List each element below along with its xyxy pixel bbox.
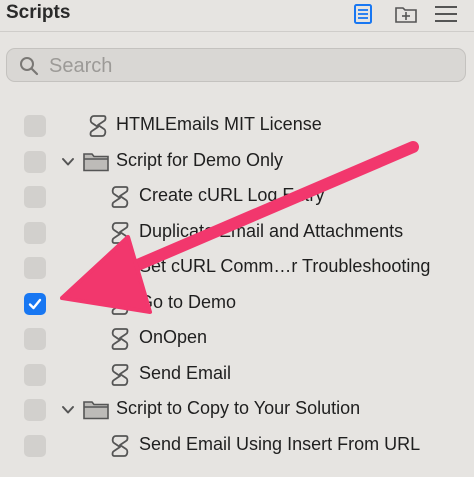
script-icon [111,221,129,244]
folder-label: Script for Demo Only [116,149,284,170]
list-item-label: Duplicate Email and Attachments [139,220,404,241]
include-checkbox-checked[interactable] [24,292,46,315]
search-input[interactable] [47,52,451,80]
chevron-down-icon[interactable] [60,154,76,170]
folder-icon [83,152,109,171]
script-icon [111,328,129,350]
panel-header: Scripts [0,0,474,30]
list-item-label: Set cURL Comm…r Troubleshooting [139,256,431,276]
list-item-label: Send Email Using Insert From URL [139,433,421,454]
panel-title: Scripts [6,2,71,23]
list-item[interactable]: OnOpen [0,321,474,357]
include-checkbox[interactable] [24,363,46,386]
list-item[interactable]: Duplicate Email and Attachments [0,215,474,251]
script-list-icon [354,4,372,24]
list-item[interactable]: Go to Demo [0,286,474,322]
list-item[interactable]: Send Email [0,357,474,393]
search-icon [20,57,39,76]
script-icon [111,257,129,279]
menu-button[interactable] [432,2,458,26]
script-icon [111,363,129,386]
script-icon [111,186,129,208]
include-checkbox[interactable] [24,434,46,457]
list-item-label: Go to Demo [139,291,237,312]
header-divider [0,31,474,32]
list-item[interactable]: Send Email Using Insert From URL [0,428,474,464]
folder-item[interactable]: Script to Copy to Your Solution [0,392,474,428]
include-checkbox[interactable] [24,328,46,350]
include-checkbox[interactable] [24,150,46,173]
list-item-label: Create cURL Log Entry [139,185,325,205]
script-list: HTMLEmails MIT License Script for Demo O… [0,108,474,463]
list-item-label: OnOpen [139,327,208,347]
include-checkbox[interactable] [24,257,46,279]
list-item[interactable]: Create cURL Log Entry [0,179,474,215]
menu-icon [435,6,457,22]
include-checkbox[interactable] [24,399,46,421]
list-item-label: HTMLEmails MIT License [116,114,322,134]
list-item[interactable]: HTMLEmails MIT License [0,108,474,144]
include-checkbox[interactable] [24,221,46,244]
script-icon [111,434,129,457]
checkmark-icon [28,298,42,309]
list-item[interactable]: Set cURL Comm…r Troubleshooting [0,250,474,286]
chevron-down-icon[interactable] [60,402,76,418]
new-folder-icon [395,7,417,23]
folder-item[interactable]: Script for Demo Only [0,144,474,180]
folder-icon [83,401,109,420]
include-checkbox[interactable] [24,115,46,137]
script-list-button[interactable] [350,2,376,26]
script-icon [89,115,107,137]
list-item-label: Send Email [139,362,232,383]
folder-label: Script to Copy to Your Solution [116,398,361,418]
include-checkbox[interactable] [24,186,46,208]
new-folder-button[interactable] [393,2,419,26]
search-box[interactable] [6,48,466,82]
script-icon [111,292,129,315]
